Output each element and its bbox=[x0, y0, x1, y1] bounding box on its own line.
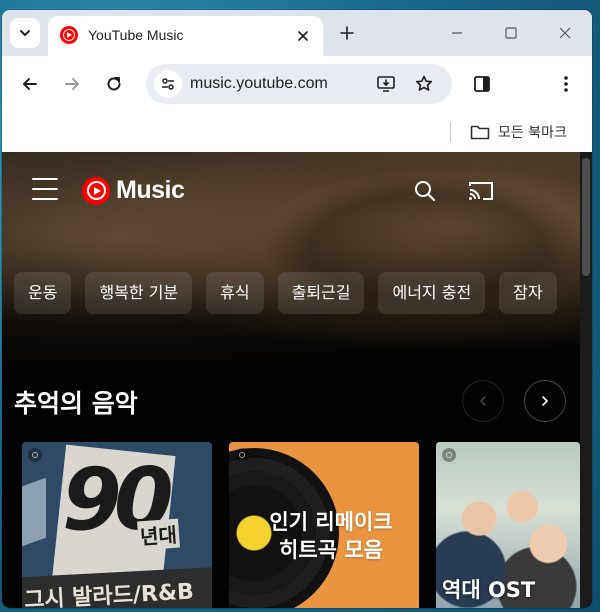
chip-commute[interactable]: 출퇴근길 bbox=[277, 272, 365, 314]
install-app-button[interactable] bbox=[374, 72, 398, 96]
playlist-card-90s[interactable]: 90 년대 그시 발라드/R&B bbox=[22, 442, 212, 608]
reload-button[interactable] bbox=[100, 70, 128, 98]
card-art-title: 인기 리메이크 히트곡 모음 bbox=[251, 508, 411, 564]
folder-icon bbox=[470, 125, 490, 140]
card-art-shape bbox=[22, 477, 46, 547]
browser-window: YouTube Music music.youtube.com 모든 북마크 M… bbox=[2, 10, 592, 608]
card-badge-icon bbox=[28, 448, 42, 462]
close-icon bbox=[559, 27, 571, 39]
forward-button[interactable] bbox=[58, 70, 86, 98]
logo-text: Music bbox=[116, 176, 185, 204]
playlist-card-remake[interactable]: 인기 리메이크 히트곡 모음 bbox=[229, 442, 419, 608]
tab-search-button[interactable] bbox=[10, 18, 40, 48]
minimize-icon bbox=[452, 32, 462, 34]
bookmarks-bar: 모든 북마크 bbox=[2, 112, 592, 152]
mood-chips: 운동 행복한 기분 휴식 출퇴근길 에너지 충전 잠자 bbox=[14, 272, 580, 316]
bookmark-star-button[interactable] bbox=[412, 72, 436, 96]
close-icon bbox=[298, 31, 308, 41]
side-panel-icon bbox=[474, 76, 490, 92]
side-panel-button[interactable] bbox=[468, 70, 496, 98]
chip-energize[interactable]: 에너지 충전 bbox=[378, 272, 486, 314]
search-icon bbox=[415, 181, 435, 201]
page-scrollbar[interactable] bbox=[580, 152, 592, 608]
chevron-down-icon bbox=[20, 30, 30, 36]
cast-button[interactable] bbox=[468, 178, 494, 204]
install-app-icon bbox=[377, 76, 395, 92]
card-art-title: 역대 OST bbox=[442, 578, 536, 602]
url-text[interactable]: music.youtube.com bbox=[190, 75, 328, 93]
tune-icon bbox=[162, 78, 174, 90]
card-art-title-line2: 히트곡 모음 bbox=[279, 538, 383, 562]
card-badge-icon bbox=[235, 448, 249, 462]
playlist-card-ost[interactable]: 역대 OST bbox=[436, 442, 580, 608]
chevron-right-icon bbox=[542, 396, 548, 406]
site-info-button[interactable] bbox=[154, 70, 182, 98]
browser-menu-button[interactable] bbox=[552, 70, 580, 98]
bookmarks-folder-label: 모든 북마크 bbox=[498, 125, 567, 141]
maximize-button[interactable] bbox=[498, 20, 524, 46]
chip-happy[interactable]: 행복한 기분 bbox=[85, 272, 193, 314]
star-icon bbox=[415, 75, 433, 91]
minimize-button[interactable] bbox=[444, 20, 470, 46]
more-vert-icon bbox=[564, 76, 568, 92]
youtube-music-logo[interactable]: Music bbox=[82, 176, 185, 205]
card-art-title-line1: 인기 리메이크 bbox=[269, 510, 393, 534]
plus-icon bbox=[340, 26, 354, 40]
tab-close-button[interactable] bbox=[293, 26, 313, 46]
carousel-prev-button[interactable] bbox=[462, 380, 504, 422]
window-close-button[interactable] bbox=[552, 20, 578, 46]
carousel-next-button[interactable] bbox=[524, 380, 566, 422]
chip-workout[interactable]: 운동 bbox=[14, 272, 72, 314]
new-tab-button[interactable] bbox=[336, 22, 358, 44]
arrow-left-icon bbox=[23, 78, 37, 90]
search-button[interactable] bbox=[412, 178, 438, 204]
youtube-music-icon bbox=[60, 26, 78, 44]
arrow-right-icon bbox=[65, 78, 79, 90]
page-content: Music 운동 행복한 기분 휴식 출퇴근길 에너지 충전 잠자 추억의 음악 90 년… bbox=[2, 152, 592, 608]
reload-icon bbox=[107, 77, 121, 91]
tab-youtube-music[interactable]: YouTube Music bbox=[48, 16, 323, 56]
address-bar[interactable]: music.youtube.com bbox=[146, 64, 452, 104]
chip-relax[interactable]: 휴식 bbox=[206, 272, 264, 314]
tab-strip: YouTube Music bbox=[2, 10, 592, 56]
card-badge-icon bbox=[442, 448, 456, 462]
card-art-subtitle: 년대 bbox=[137, 518, 180, 551]
chevron-left-icon bbox=[480, 396, 486, 406]
section-title: 추억의 음악 bbox=[14, 389, 138, 418]
maximize-icon bbox=[505, 27, 517, 39]
cast-icon bbox=[469, 182, 493, 200]
back-button[interactable] bbox=[16, 70, 44, 98]
tab-title: YouTube Music bbox=[88, 27, 184, 43]
bookmarks-divider bbox=[450, 122, 451, 142]
chip-sleep[interactable]: 잠자 bbox=[499, 272, 557, 314]
menu-icon[interactable] bbox=[32, 178, 58, 200]
youtube-music-icon bbox=[82, 176, 110, 205]
browser-toolbar: music.youtube.com bbox=[2, 56, 592, 112]
scrollbar-thumb[interactable] bbox=[582, 158, 590, 276]
all-bookmarks-folder[interactable]: 모든 북마크 bbox=[470, 120, 567, 144]
